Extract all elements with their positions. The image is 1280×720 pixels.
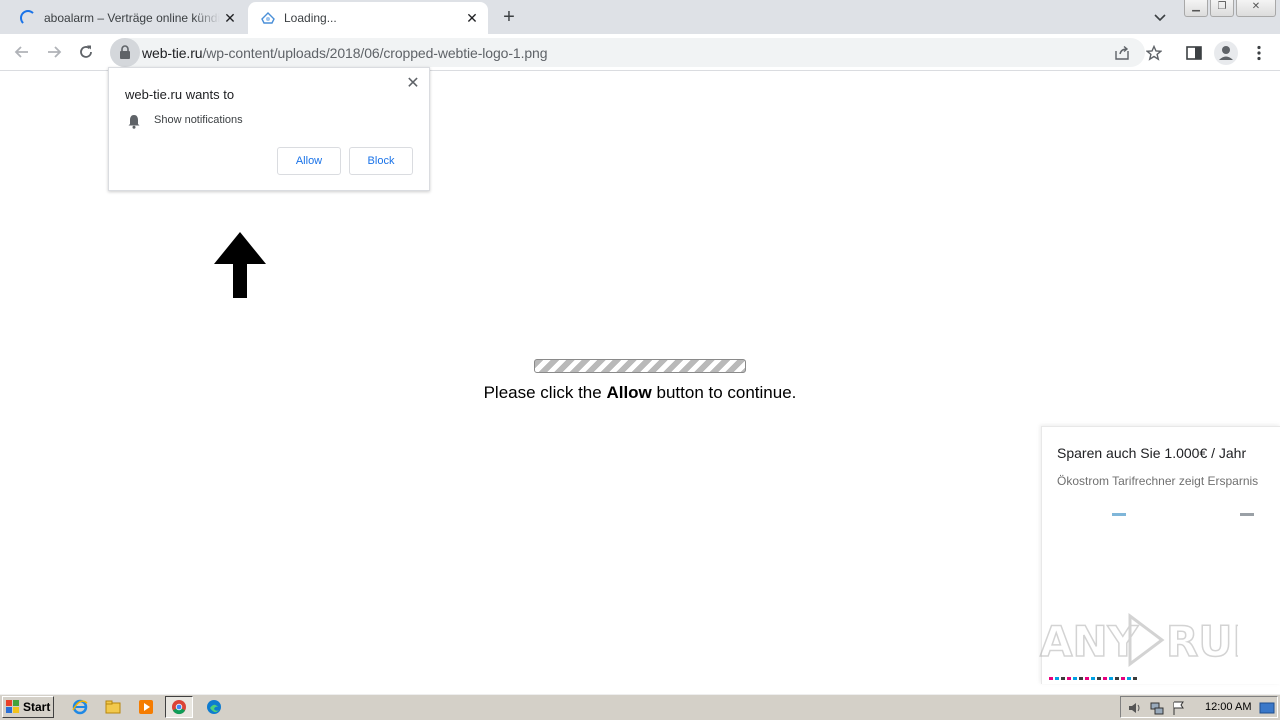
network-icon[interactable] xyxy=(1149,700,1165,716)
window-close-button[interactable]: ✕ xyxy=(1236,0,1276,17)
bookmark-star-icon[interactable] xyxy=(1146,45,1162,61)
tab-search-chevron-icon[interactable] xyxy=(1152,9,1168,25)
permission-text: Show notifications xyxy=(154,114,243,126)
progress-bar xyxy=(534,359,746,373)
svg-text:ANY: ANY xyxy=(1040,617,1139,666)
bell-icon xyxy=(128,115,140,129)
allow-button[interactable]: Allow xyxy=(277,147,341,175)
url-text: web-tie.ru/wp-content/uploads/2018/06/cr… xyxy=(142,45,548,61)
volume-icon[interactable] xyxy=(1127,700,1143,716)
up-arrow-icon xyxy=(214,232,266,298)
close-tab-icon[interactable]: ✕ xyxy=(222,10,238,26)
system-tray: 12:00 AM xyxy=(1120,696,1278,718)
show-desktop-icon[interactable] xyxy=(1259,700,1275,716)
block-button[interactable]: Block xyxy=(349,147,413,175)
ad-title[interactable]: Sparen auch Sie 1.000€ / Jahr xyxy=(1057,445,1246,461)
address-bar[interactable]: web-tie.ru/wp-content/uploads/2018/06/cr… xyxy=(110,38,1162,67)
prompt-title: web-tie.ru wants to xyxy=(125,87,235,102)
svg-text:RUN: RUN xyxy=(1166,617,1238,666)
url-host: web-tie.ru xyxy=(142,45,203,61)
start-button[interactable]: Start xyxy=(2,696,54,718)
instruction-message: Please click the Allow button to continu… xyxy=(0,383,1280,403)
tab-aboalarm[interactable]: aboalarm – Verträge online kündigen ✕ xyxy=(8,2,246,34)
anyrun-watermark-logo: ANY RUN xyxy=(1039,613,1238,667)
forward-arrow-icon[interactable] xyxy=(44,42,64,62)
site-favicon-icon xyxy=(261,12,275,24)
kebab-menu-icon[interactable] xyxy=(1250,44,1268,62)
close-icon[interactable]: ✕ xyxy=(405,76,421,92)
ie-icon[interactable] xyxy=(66,696,94,718)
start-label: Start xyxy=(23,700,51,714)
tab-strip: aboalarm – Verträge online kündigen ✕ Lo… xyxy=(0,0,1280,34)
media-player-icon[interactable] xyxy=(132,696,160,718)
ad-color-bar xyxy=(1049,677,1139,680)
site-info-button[interactable] xyxy=(110,38,140,67)
share-icon[interactable] xyxy=(1114,45,1130,61)
edge-icon[interactable] xyxy=(200,696,228,718)
minimize-button[interactable]: ▁ xyxy=(1184,0,1208,17)
tab-title: aboalarm – Verträge online kündigen xyxy=(44,11,220,25)
notification-permission-prompt: web-tie.ru wants to ✕ Show notifications… xyxy=(108,67,430,191)
window-controls: ▁ ❐ ✕ xyxy=(1182,0,1276,17)
clock[interactable]: 12:00 AM xyxy=(1205,701,1251,713)
message-bold-text: Allow xyxy=(606,383,652,402)
loading-spinner-icon xyxy=(20,10,36,26)
windows-logo-icon xyxy=(6,700,19,713)
ad-image-strip xyxy=(1112,513,1254,516)
chrome-icon[interactable] xyxy=(165,696,193,718)
person-icon xyxy=(1219,46,1233,60)
browser-toolbar: web-tie.ru/wp-content/uploads/2018/06/cr… xyxy=(0,34,1280,71)
reload-icon[interactable] xyxy=(76,42,96,62)
new-tab-button[interactable]: + xyxy=(498,7,520,29)
url-path: /wp-content/uploads/2018/06/cropped-webt… xyxy=(202,45,548,61)
message-text: Please click the xyxy=(483,383,607,402)
profile-avatar-button[interactable] xyxy=(1214,41,1238,65)
message-text-end: button to continue. xyxy=(651,383,797,402)
action-center-flag-icon[interactable] xyxy=(1171,700,1187,716)
back-arrow-icon[interactable] xyxy=(12,42,32,62)
tab-loading[interactable]: Loading... ✕ xyxy=(248,2,488,34)
side-panel-icon[interactable] xyxy=(1185,44,1203,62)
windows-taskbar: Start 12:00 AM xyxy=(0,693,1280,720)
close-tab-icon[interactable]: ✕ xyxy=(464,10,480,26)
restore-button[interactable]: ❐ xyxy=(1210,0,1234,17)
ad-subtitle: Ökostrom Tarifrechner zeigt Ersparnis xyxy=(1057,474,1259,488)
explorer-icon[interactable] xyxy=(99,696,127,718)
lock-icon xyxy=(120,45,130,59)
tab-title: Loading... xyxy=(284,11,337,25)
